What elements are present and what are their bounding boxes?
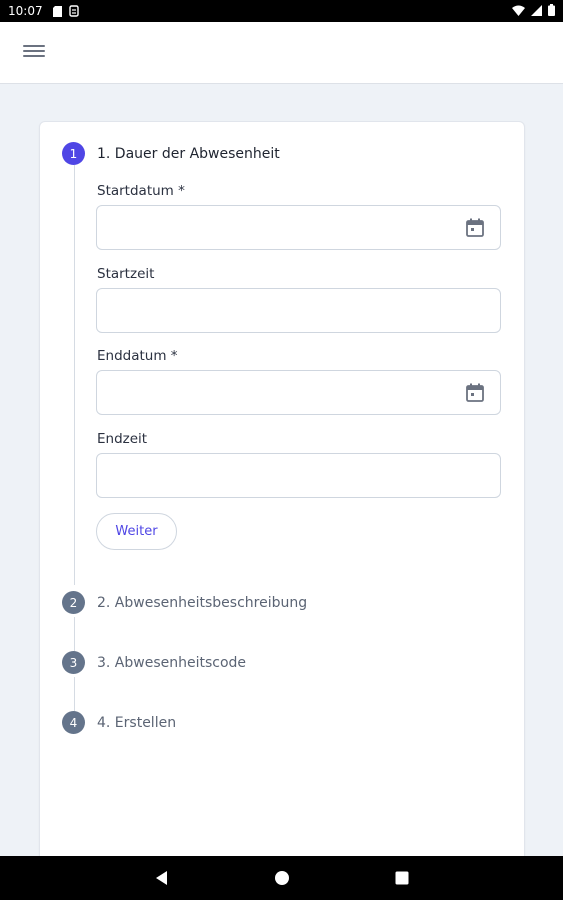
step-connector-line [74,617,75,653]
hamburger-menu-icon[interactable] [22,42,46,62]
status-bar: 10:07 [0,0,563,22]
step-2-header[interactable]: 2 2. Abwesenheitsbeschreibung [62,591,307,614]
calendar-icon[interactable] [466,383,484,403]
step-1-title: 1. Dauer der Abwesenheit [97,145,280,162]
end-date-field[interactable] [96,370,501,415]
cellular-icon [531,4,542,19]
step-connector-line [74,677,75,713]
home-icon[interactable] [272,868,292,888]
app-bar [0,22,563,84]
step-3-title: 3. Abwesenheitscode [97,654,247,671]
sd-card-icon [52,5,62,17]
start-date-label: Startdatum * [97,183,185,199]
start-time-label: Startzeit [97,266,155,282]
system-nav-bar [0,856,563,900]
step-1-header[interactable]: 1 1. Dauer der Abwesenheit [62,142,280,165]
step-2-number: 2 [62,591,85,614]
step-4-number: 4 [62,711,85,734]
end-date-label: Enddatum * [97,348,178,364]
end-time-label: Endzeit [97,431,148,447]
step-connector-line [74,165,75,585]
start-date-field[interactable] [96,205,501,250]
absence-form-card: 1 1. Dauer der Abwesenheit Startdatum * … [39,121,525,881]
status-icons-right [512,3,555,19]
start-time-field[interactable] [96,288,501,333]
next-button[interactable]: Weiter [96,513,177,550]
calendar-icon[interactable] [466,218,484,238]
step-4-title: 4. Erstellen [97,714,177,731]
back-icon[interactable] [151,868,171,888]
recents-icon[interactable] [392,868,412,888]
step-3-header[interactable]: 3 3. Abwesenheitscode [62,651,246,674]
notification-icon [68,5,79,17]
wifi-icon [512,4,525,19]
battery-icon [548,3,555,19]
step-3-number: 3 [62,651,85,674]
step-2-title: 2. Abwesenheitsbeschreibung [97,594,308,611]
step-4-header[interactable]: 4 4. Erstellen [62,711,176,734]
status-time: 10:07 [8,4,43,18]
end-time-field[interactable] [96,453,501,498]
step-1-number: 1 [62,142,85,165]
